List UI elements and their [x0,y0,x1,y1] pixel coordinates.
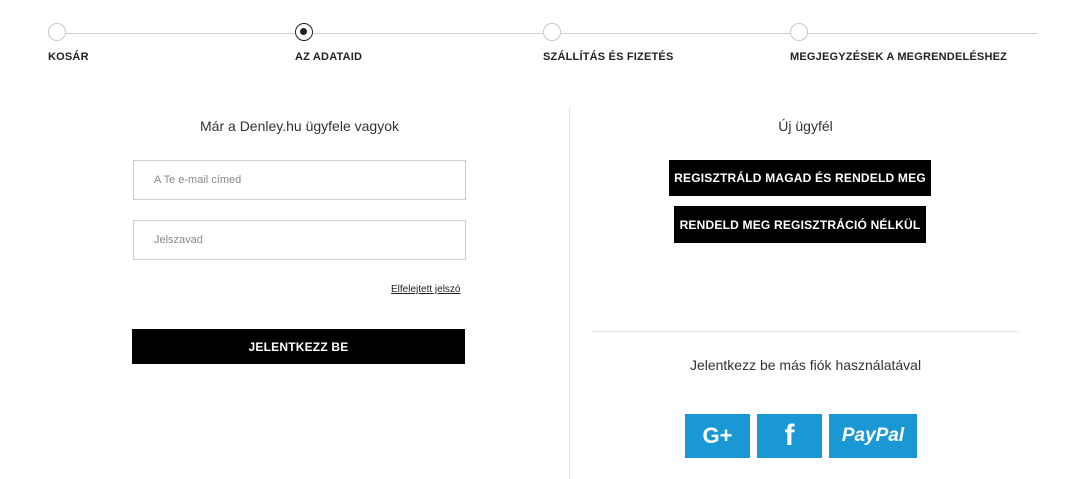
login-heading: Már a Denley.hu ügyfele vagyok [200,118,399,134]
facebook-login-button[interactable]: f [757,414,822,458]
facebook-icon: f [784,419,795,452]
step-notes-label: MEGJEGYZÉSEK A MEGRENDELÉSHEZ [790,51,1008,63]
step-cart-circle [48,23,66,41]
forgot-password-link[interactable]: Elfelejtett jelszó [391,284,460,295]
step-details-circle [295,23,313,41]
social-login-heading: Jelentkezz be más fiók használatával [689,357,922,373]
section-divider [592,331,1019,332]
column-divider [569,107,570,479]
google-login-button[interactable]: G+ [685,414,750,458]
email-input[interactable] [133,160,466,200]
step-notes-circle [790,23,808,41]
password-input[interactable] [133,220,466,260]
paypal-login-button[interactable]: PayPal [829,414,917,458]
guest-checkout-button[interactable]: RENDELD MEG REGISZTRÁCIÓ NÉLKÜL [674,206,926,243]
step-shipping-label: SZÁLLÍTÁS ÉS FIZETÉS [543,51,674,63]
paypal-icon: PayPal [841,425,905,446]
step-shipping-circle [543,23,561,41]
step-details-label: AZ ADATAID [295,51,363,63]
google-plus-icon: G+ [702,423,733,448]
step-cart-label: KOSÁR [48,51,89,63]
register-and-order-button[interactable]: REGISZTRÁLD MAGAD ÉS RENDELD MEG [669,160,931,196]
login-button[interactable]: JELENTKEZZ BE [132,329,465,364]
new-customer-heading: Új ügyfél [778,118,833,134]
